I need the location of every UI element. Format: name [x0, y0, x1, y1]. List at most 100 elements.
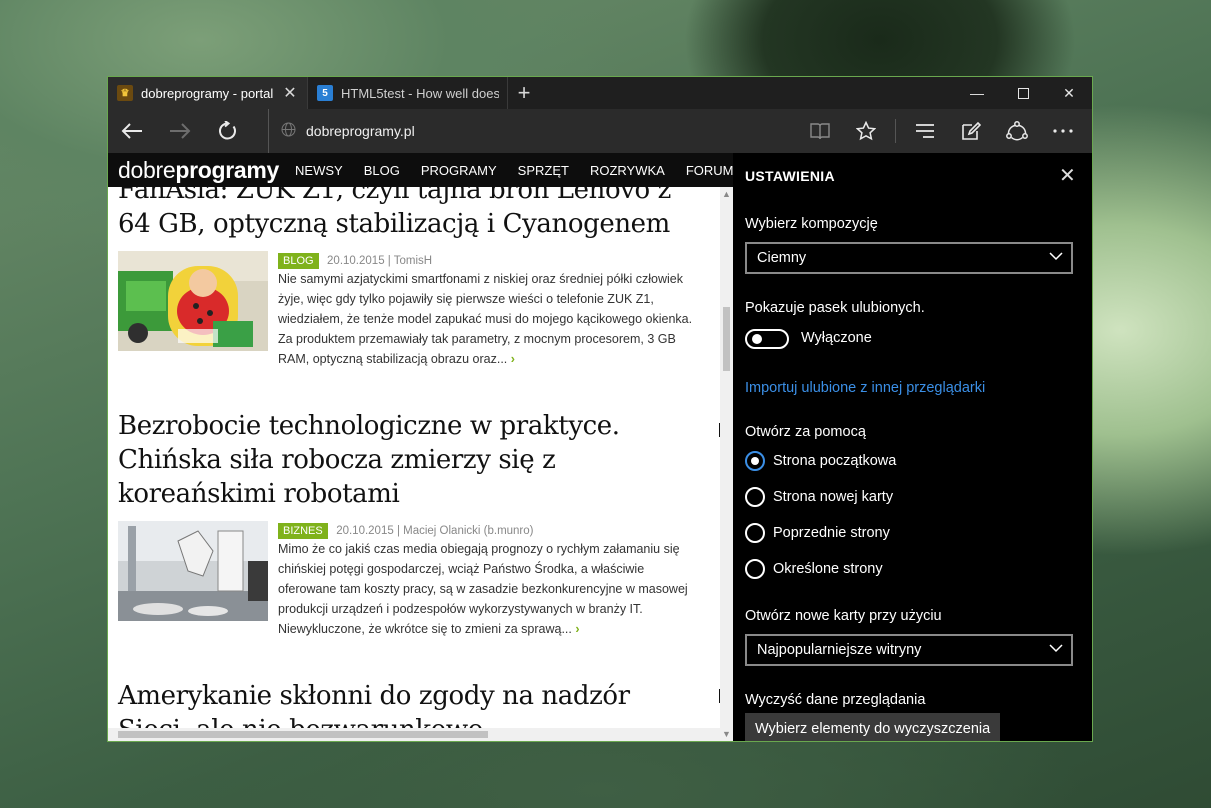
favorite-star-icon[interactable]: [843, 109, 889, 153]
excerpt-line: oferowane tam koszty pracy, są w zasadzi…: [278, 582, 688, 596]
nav-sprzet[interactable]: SPRZĘT: [518, 163, 569, 178]
close-tab-icon[interactable]: ✕: [281, 83, 299, 103]
excerpt-line: Mimo że co jakiś czas media obiegają pro…: [278, 542, 680, 556]
address-bar[interactable]: dobreprogramy.pl: [268, 109, 415, 153]
radio-empty-icon: [745, 523, 765, 543]
excerpt-line: żyje, więc gdy tylko pojawiły się pierws…: [278, 292, 654, 306]
article-excerpt: Nie samymi azjatyckimi smartfonami z nis…: [278, 269, 720, 369]
reading-view-icon[interactable]: [797, 109, 843, 153]
theme-label: Wybierz kompozycję: [745, 216, 878, 232]
read-more-chevron-icon[interactable]: ›: [511, 352, 515, 366]
radio-start-page[interactable]: Strona początkowa: [745, 451, 896, 471]
vertical-scrollbar[interactable]: ▲ ▼: [720, 187, 733, 741]
excerpt-line: RAM, optyczną stabilizacją obrazu oraz..…: [278, 352, 508, 366]
close-window-icon[interactable]: ✕: [1046, 77, 1092, 109]
nav-rozrywka[interactable]: ROZRYWKA: [590, 163, 665, 178]
globe-icon: [281, 122, 296, 141]
excerpt-line: wiedziałem, że tenże model zapukać musi …: [278, 312, 693, 326]
tab-html5test[interactable]: 5 HTML5test - How well does y: [308, 77, 508, 109]
maximize-icon[interactable]: [1000, 77, 1046, 109]
excerpt-line: produkcji urządzeń i podzespołów wykorzy…: [278, 602, 643, 616]
article-meta: 20.10.2015 | Maciej Olanicki (b.munro): [336, 525, 534, 537]
headline-line: Bezrobocie technologiczne w praktyce.: [118, 411, 620, 441]
article: Bezrobocie technologiczne w praktyce. Ch…: [118, 409, 724, 639]
site-navbar: dobreprogramy NEWSY BLOG PROGRAMY SPRZĘT…: [108, 153, 733, 187]
forward-arrow-icon[interactable]: [156, 109, 204, 153]
nav-newsy[interactable]: NEWSY: [295, 163, 343, 178]
headline-line: koreańskimi robotami: [118, 479, 400, 509]
favorites-bar-label: Pokazuje pasek ulubionych.: [745, 300, 925, 316]
dobreprogramy-favicon-icon: ♛: [117, 85, 133, 101]
radio-label: Strona początkowa: [773, 453, 897, 469]
nav-blog[interactable]: BLOG: [364, 163, 400, 178]
chevron-down-icon: [1049, 252, 1063, 261]
vertical-scroll-thumb[interactable]: [723, 307, 730, 371]
clear-data-label: Wyczyść dane przeglądania: [745, 692, 926, 708]
theme-select[interactable]: Ciemny: [745, 242, 1073, 274]
article-row: BIZNES 20.10.2015 | Maciej Olanicki (b.m…: [118, 521, 718, 639]
excerpt-line: Za produktem przemawiały tak parametry, …: [278, 332, 676, 346]
article-thumbnail[interactable]: [118, 251, 268, 351]
favorites-bar-toggle[interactable]: [745, 329, 789, 349]
radio-empty-icon: [745, 559, 765, 579]
site-logo[interactable]: dobreprogramy: [118, 157, 279, 184]
web-page: dobreprogramy NEWSY BLOG PROGRAMY SPRZĘT…: [108, 153, 733, 741]
headline-line: 64 GB, optyczną stabilizacją i Cyanogene…: [118, 209, 670, 239]
browser-window: ♛ dobreprogramy - portal ✕ 5 HTML5test -…: [107, 76, 1093, 742]
radio-selected-icon: [745, 451, 765, 471]
horizontal-scrollbar[interactable]: [108, 728, 720, 741]
radio-new-tab-page[interactable]: Strona nowej karty: [745, 487, 893, 507]
article-meta: 20.10.2015 | TomisH: [327, 255, 433, 267]
choose-what-to-clear-button[interactable]: Wybierz elementy do wyczyszczenia: [745, 713, 1001, 741]
refresh-icon[interactable]: [204, 109, 252, 153]
html5-favicon-icon: 5: [317, 85, 333, 101]
article-thumbnail[interactable]: [118, 521, 268, 621]
article-row: BLOG 20.10.2015 | TomisH Nie samymi azja…: [118, 251, 718, 369]
excerpt-line: Nie samymi azjatyckimi smartfonami z nis…: [278, 272, 683, 286]
toolbar-right-tools: [797, 109, 1086, 153]
nav-programy[interactable]: PROGRAMY: [421, 163, 497, 178]
import-favorites-link[interactable]: Importuj ulubione z innej przeglądarki: [745, 380, 985, 396]
tab-title: HTML5test - How well does y: [341, 85, 499, 101]
logo-light: dobre: [118, 156, 176, 183]
share-icon[interactable]: [994, 109, 1040, 153]
scroll-up-icon[interactable]: ▲: [720, 189, 733, 199]
headline-line: Chińska siła robocza zmierzy się z: [118, 445, 556, 475]
toggle-knob: [752, 334, 762, 344]
scroll-down-icon[interactable]: ▼: [720, 729, 733, 739]
hub-icon[interactable]: [902, 109, 948, 153]
more-actions-icon[interactable]: [1040, 109, 1086, 153]
article-list: FanAsia: ZUK Z1, czyli tajna broń Lenovo…: [118, 173, 724, 741]
new-tabs-label: Otwórz nowe karty przy użyciu: [745, 608, 942, 624]
article-headline[interactable]: Bezrobocie technologiczne w praktyce. Ch…: [118, 409, 718, 511]
category-tag[interactable]: BLOG: [278, 253, 319, 269]
read-more-chevron-icon[interactable]: ›: [575, 622, 579, 636]
window-controls: — ✕: [954, 77, 1092, 109]
horizontal-scroll-thumb[interactable]: [118, 731, 488, 738]
headline-line: Amerykanie skłonni do zgody na nadzór: [118, 681, 630, 711]
new-tab-button[interactable]: +: [508, 77, 540, 109]
nav-forum[interactable]: FORUM: [686, 163, 733, 178]
tab-dobreprogramy[interactable]: ♛ dobreprogramy - portal ✕: [108, 77, 308, 109]
new-tabs-value: Najpopularniejsze witryny: [757, 642, 922, 658]
radio-specific-pages[interactable]: Określone strony: [745, 559, 883, 579]
radio-label: Określone strony: [773, 561, 883, 577]
address-url[interactable]: dobreprogramy.pl: [306, 123, 415, 139]
web-note-icon[interactable]: [948, 109, 994, 153]
tab-bar: ♛ dobreprogramy - portal ✕ 5 HTML5test -…: [108, 77, 1092, 109]
radio-previous-pages[interactable]: Poprzednie strony: [745, 523, 890, 543]
excerpt-line: Niewykluczone, że wkrótce się to zmieni …: [278, 622, 572, 636]
favorites-bar-state: Wyłączone: [801, 330, 872, 346]
radio-label: Poprzednie strony: [773, 525, 890, 541]
excerpt-line: chińskiej potęgi gospodarczej, wciąż Pań…: [278, 562, 645, 576]
close-settings-icon[interactable]: ✕: [1059, 163, 1076, 188]
back-arrow-icon[interactable]: [108, 109, 156, 153]
navigation-toolbar: dobreprogramy.pl: [108, 109, 1092, 153]
category-tag[interactable]: BIZNES: [278, 523, 328, 539]
new-tabs-select[interactable]: Najpopularniejsze witryny: [745, 634, 1073, 666]
radio-label: Strona nowej karty: [773, 489, 894, 505]
minimize-icon[interactable]: —: [954, 77, 1000, 109]
toolbar-separator: [895, 119, 896, 143]
open-with-label: Otwórz za pomocą: [745, 424, 866, 440]
article-excerpt: Mimo że co jakiś czas media obiegają pro…: [278, 539, 720, 639]
